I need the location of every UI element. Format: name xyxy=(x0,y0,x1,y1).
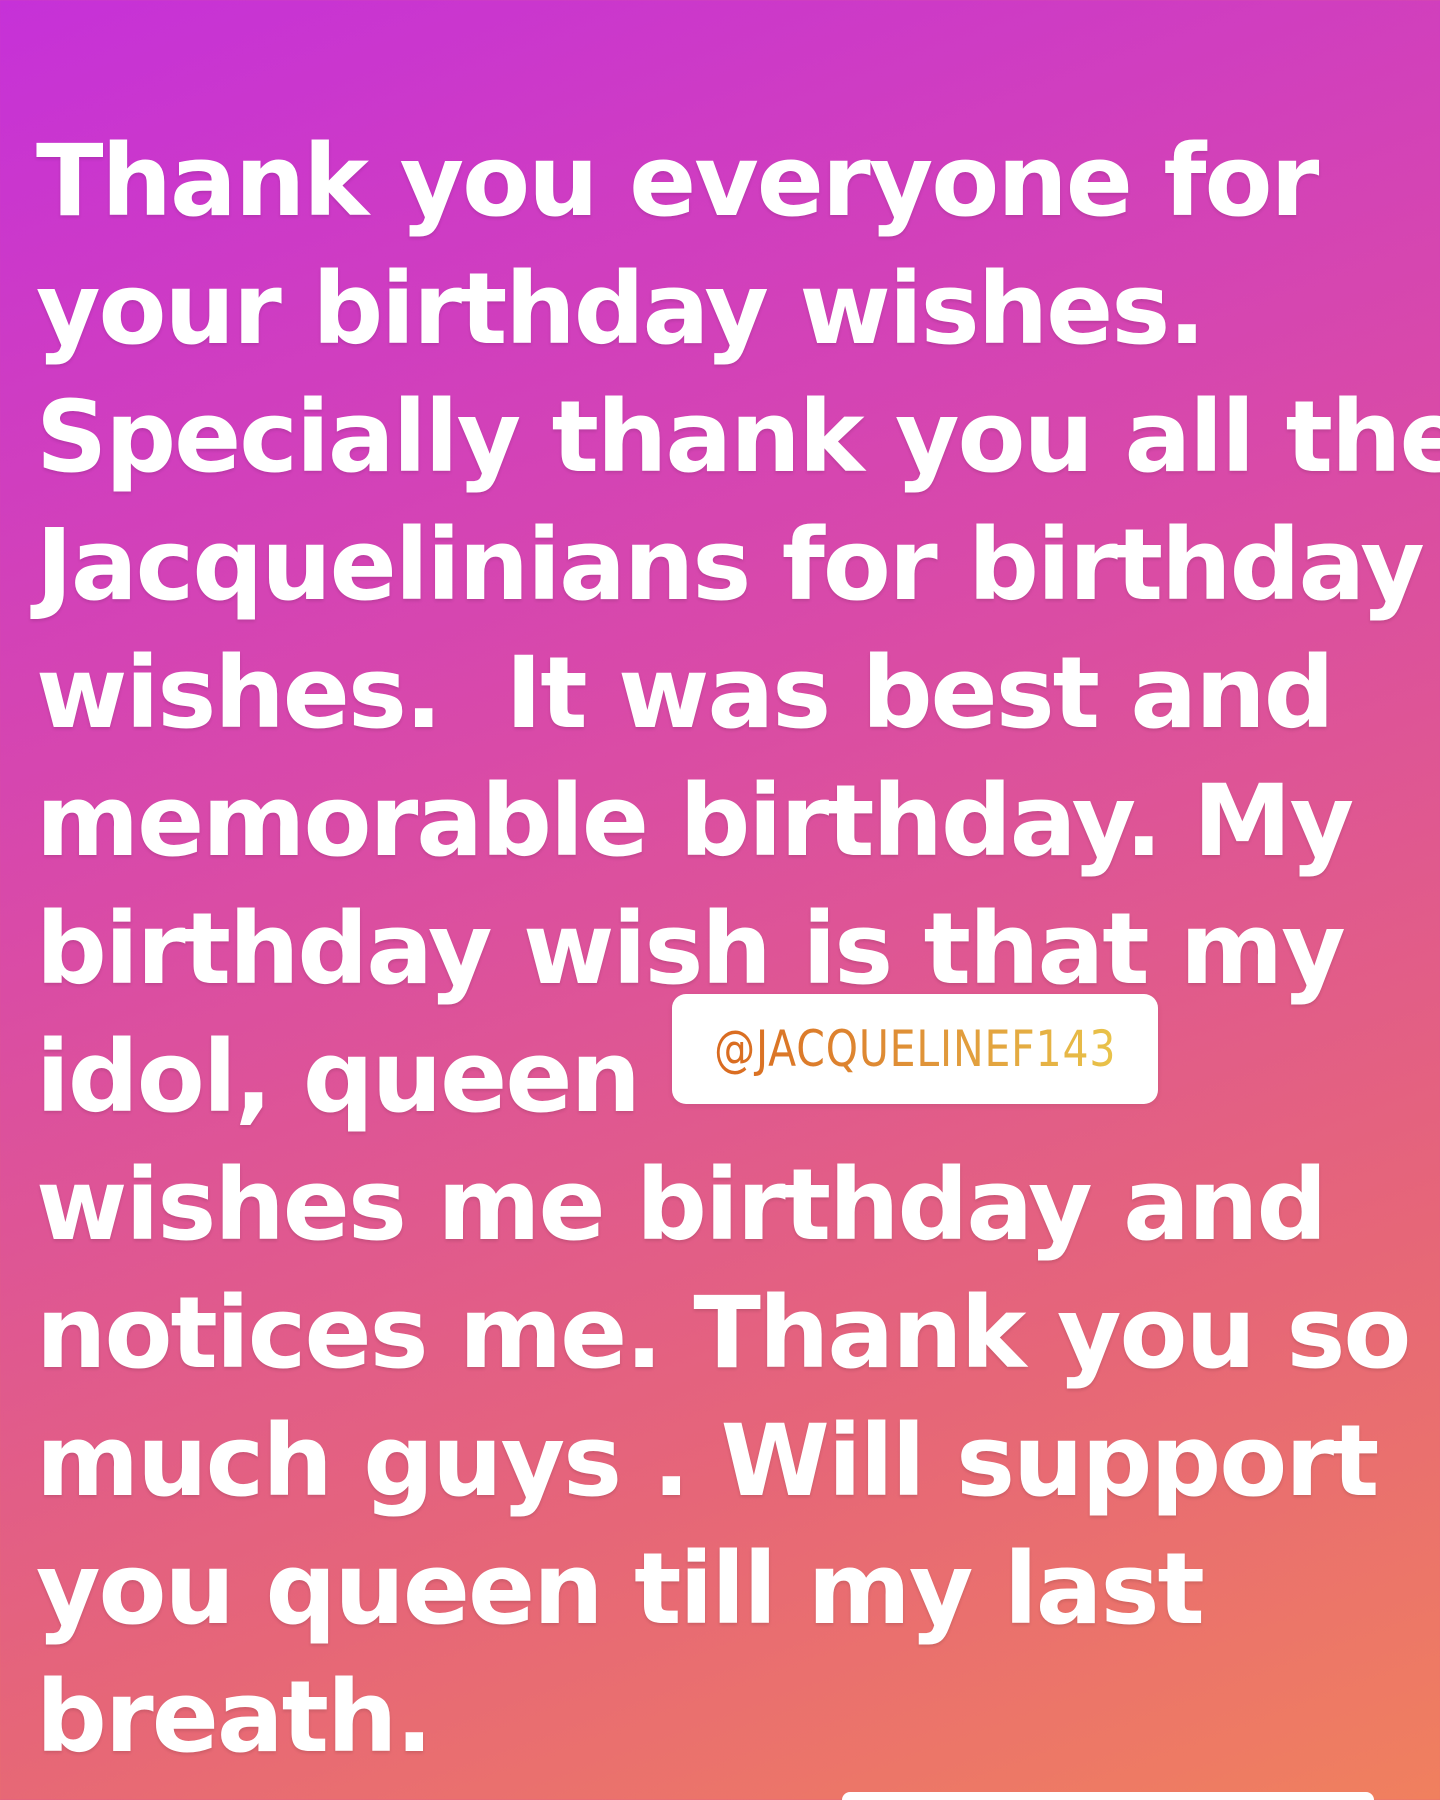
story-text: Thank you everyone for your birthday wis… xyxy=(36,124,1440,1775)
mention-username: @JACQUELINEF143 xyxy=(713,1020,1117,1078)
mention-sticker[interactable]: @JACQUELINEF143 xyxy=(672,994,1158,1104)
reply-bar-edge xyxy=(842,1792,1374,1800)
